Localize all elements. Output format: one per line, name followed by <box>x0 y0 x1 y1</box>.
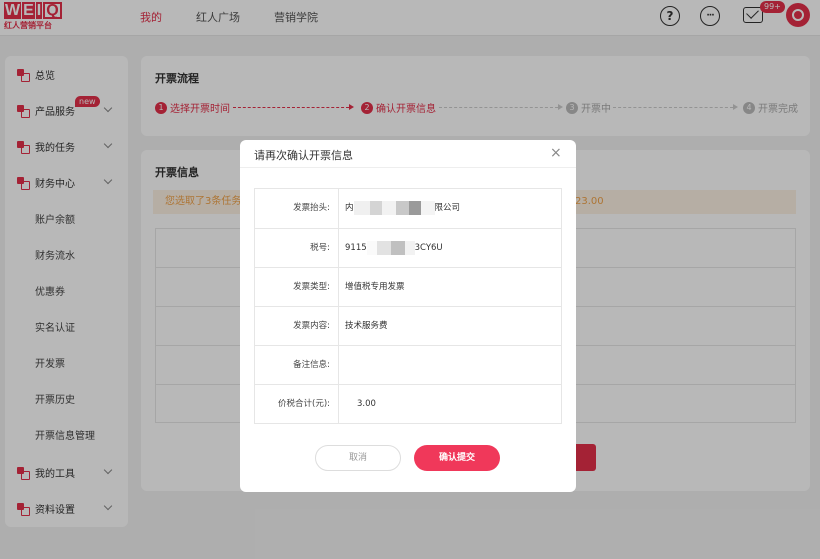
value-suffix: 3CY6U <box>414 243 443 253</box>
table-row: 价税合计(元): 3.00 <box>255 384 561 423</box>
table-row: 发票抬头: 内 限公司 <box>255 189 561 228</box>
confirm-invoice-dialog: 请再次确认开票信息 × 发票抬头: 内 限公司 税号: 9115 3CY6U 发票类… <box>240 140 576 492</box>
invoice-type-label: 发票类型: <box>255 268 339 306</box>
dialog-header: 请再次确认开票信息 × <box>240 140 576 168</box>
cancel-button[interactable]: 取消 <box>315 445 401 471</box>
remarks-label: 备注信息: <box>255 346 339 384</box>
table-row: 发票内容: 技术服务费 <box>255 306 561 345</box>
tax-id-value: 9115 3CY6U <box>339 229 561 267</box>
confirm-submit-button[interactable]: 确认提交 <box>414 445 500 471</box>
invoice-content-label: 发票内容: <box>255 307 339 345</box>
table-row: 备注信息: <box>255 345 561 384</box>
close-icon[interactable]: × <box>550 146 562 160</box>
invoice-title-label: 发票抬头: <box>255 189 339 228</box>
total-amount-value: 3.00 <box>357 399 376 409</box>
value-suffix: 限公司 <box>434 203 461 213</box>
table-row: 发票类型: 增值税专用发票 <box>255 267 561 306</box>
table-row: 税号: 9115 3CY6U <box>255 228 561 267</box>
invoice-type-value: 增值税专用发票 <box>345 282 405 292</box>
remarks-value <box>339 346 561 384</box>
invoice-detail-table: 发票抬头: 内 限公司 税号: 9115 3CY6U 发票类型: 增值税专用发票 发… <box>254 188 562 424</box>
dialog-title: 请再次确认开票信息 <box>254 149 353 162</box>
value-prefix: 9115 <box>345 243 367 253</box>
value-prefix: 内 <box>345 203 354 213</box>
total-amount-label: 价税合计(元): <box>255 385 339 423</box>
invoice-title-value: 内 限公司 <box>339 189 561 228</box>
invoice-content-value: 技术服务费 <box>345 321 388 331</box>
tax-id-label: 税号: <box>255 229 339 267</box>
